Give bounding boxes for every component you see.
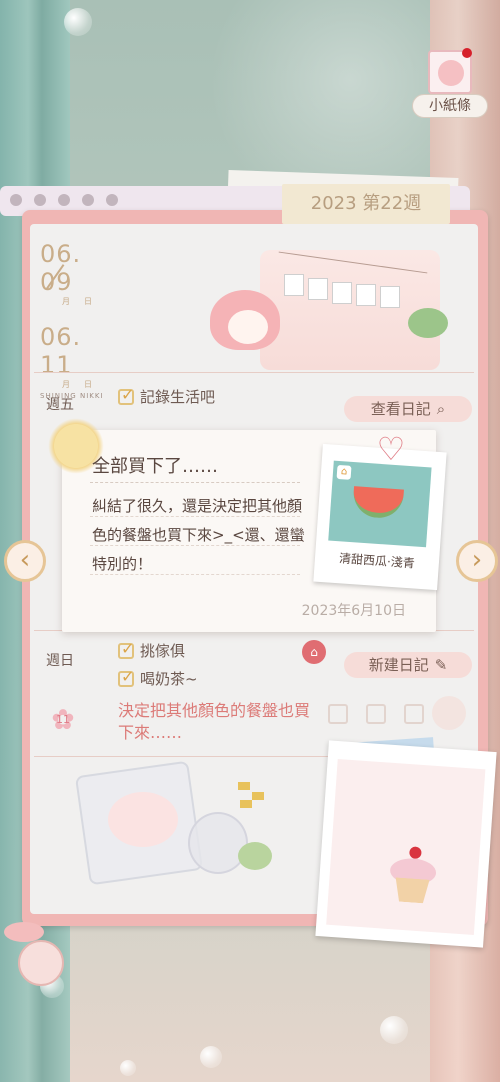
check-icon (118, 667, 134, 687)
view-diary-label: 查看日記 (370, 400, 431, 418)
photo-slot[interactable] (328, 704, 348, 724)
diary-drawing-snacks (48, 760, 298, 892)
card-caption: 清甜西瓜·淺青 (338, 551, 416, 571)
view-diary-button[interactable]: 查看日記 ⌕ (344, 396, 472, 422)
start-date: 06. 09 (40, 240, 82, 296)
popup-date: 2023年6月10日 (301, 603, 406, 619)
day-label-fri: 週五 (46, 397, 74, 413)
heart-icon: ♡ (376, 430, 406, 468)
new-diary-button[interactable]: 新建日記 ✎ (344, 652, 472, 678)
photo-slot-round[interactable] (432, 696, 466, 730)
cupcake-photo (315, 740, 497, 948)
check-icon (118, 639, 134, 659)
popup-body: 糾結了很久，還是決定把其他顏色的餐盤也買下來>_<還、還蠻特別的！ (92, 497, 305, 573)
end-date: 06. 11 (40, 323, 82, 379)
new-diary-label: 新建日記 (368, 656, 429, 674)
week-tag: 2023 第22週 (282, 184, 450, 224)
prev-page-button[interactable]: ‹ (4, 540, 46, 582)
task-item[interactable]: 記錄生活吧 (118, 385, 216, 407)
task-label: 喝奶茶~ (140, 670, 198, 688)
photo-slot[interactable] (404, 704, 424, 724)
task-item[interactable]: 挑傢俱 (118, 639, 186, 661)
diary-entry-text: 決定把其他顏色的餐盤也買下來…… (118, 701, 311, 742)
home-icon: ⌂ (336, 464, 352, 480)
note-button[interactable]: 小紙條 (412, 48, 488, 118)
bubble (380, 1016, 408, 1044)
check-icon (118, 385, 134, 405)
charm-decoration (0, 900, 70, 1000)
bubble (200, 1046, 222, 1068)
date-range: 06. 09 月日 06. 11 月日 SHINING NIKKI (40, 240, 120, 400)
task-item[interactable]: 喝奶茶~ (118, 667, 198, 689)
notification-dot (462, 48, 472, 58)
popup-title: 全部買下了…… (92, 456, 218, 477)
photo-slot[interactable] (366, 704, 386, 724)
search-icon: ⌕ (436, 400, 446, 418)
diary-drawing-girl (150, 240, 450, 380)
day-label-sun: 週日 (46, 653, 74, 669)
stamp-icon: ⌂ (302, 640, 326, 664)
watermelon-plate-image: ⌂ (328, 460, 432, 548)
task-label: 記錄生活吧 (140, 388, 216, 406)
day-badge: ✿ 11 (48, 706, 78, 734)
next-page-button[interactable]: › (456, 540, 498, 582)
bubble (64, 8, 92, 36)
end-date-units: 月日 (62, 380, 106, 389)
divider (34, 372, 474, 373)
start-date-units: 月日 (62, 297, 106, 306)
task-label: 挑傢俱 (140, 642, 186, 660)
note-button-label: 小紙條 (412, 94, 488, 118)
edit-icon: ✎ (434, 656, 448, 674)
bubble (120, 1060, 136, 1076)
